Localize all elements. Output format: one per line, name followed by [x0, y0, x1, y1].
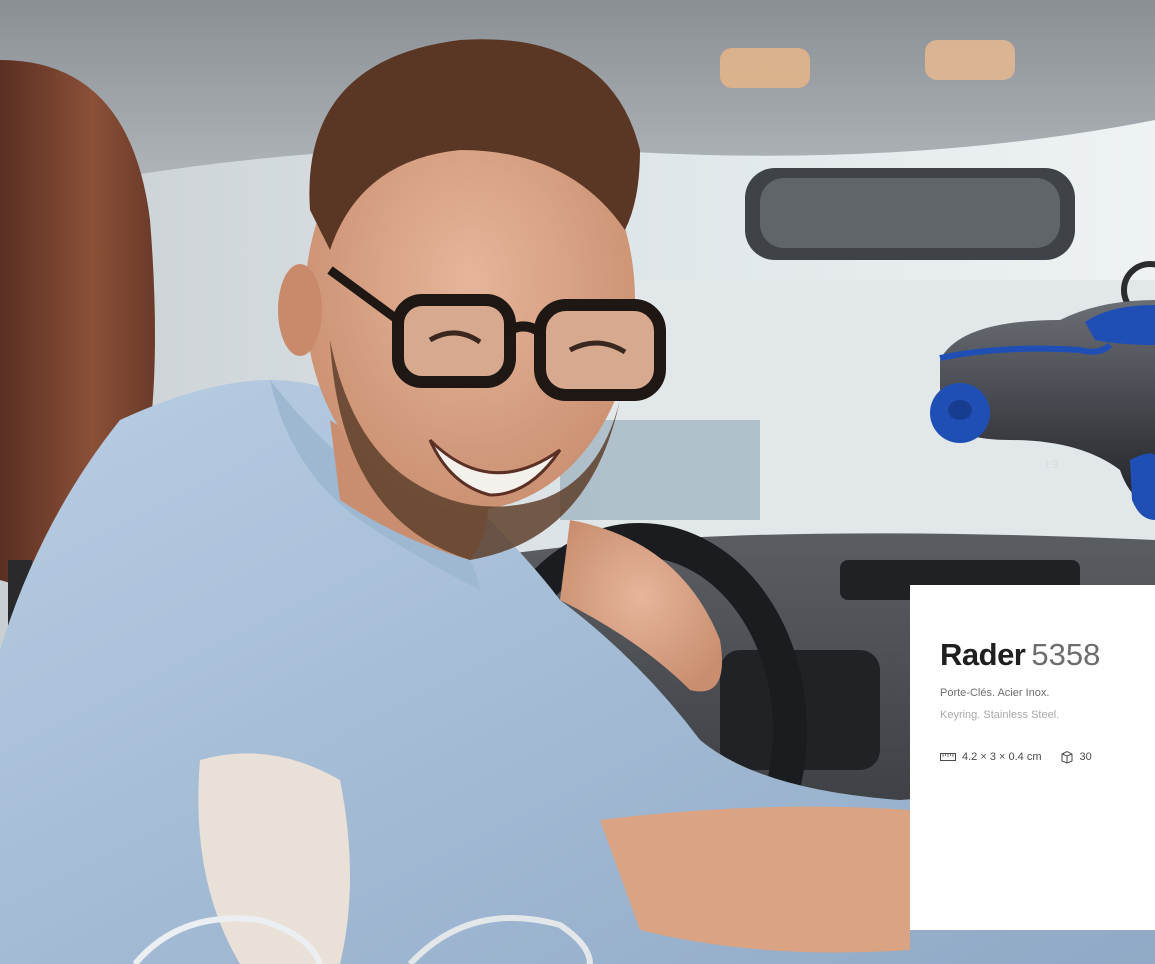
product-card: Rader 5358 Porte-Clés. Acier Inox. Keyrin… [910, 585, 1155, 930]
packaging-value: 30 [1079, 751, 1092, 763]
product-title: Rader 5358 [940, 637, 1100, 673]
product-reference: 5358 [1031, 637, 1101, 672]
spec-packaging: 30 [1060, 750, 1092, 764]
page-number: 19 [1044, 458, 1058, 471]
dimensions-value: 4.2 × 3 × 0.4 cm [962, 751, 1042, 763]
ruler-icon [940, 753, 956, 761]
product-description-fr: Porte-Clés. Acier Inox. [940, 687, 1050, 699]
spec-dimensions: 4.2 × 3 × 0.4 cm [940, 751, 1042, 763]
product-specs: 4.2 × 3 × 0.4 cm 30 [940, 749, 1092, 765]
box-icon [1061, 750, 1072, 764]
product-name: Rader [940, 637, 1026, 672]
product-description-en: Keyring. Stainless Steel. [940, 709, 1060, 721]
